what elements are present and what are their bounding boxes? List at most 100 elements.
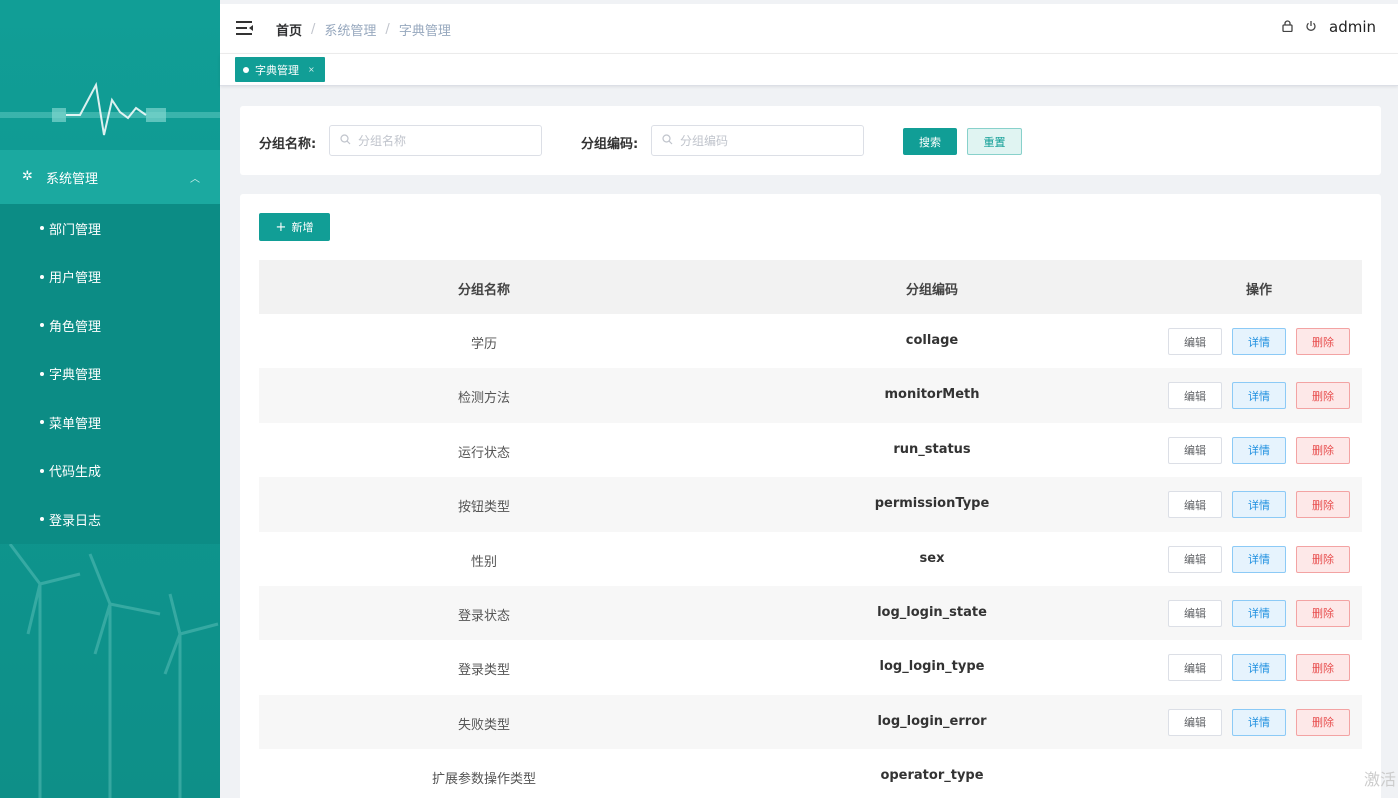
table-row: 性别 sex 编辑 详情 删除	[259, 532, 1362, 586]
sidebar-item-label: 字典管理	[49, 368, 102, 384]
detail-button[interactable]: 详情	[1232, 599, 1286, 627]
row-actions: 编辑 详情 删除	[1168, 708, 1360, 736]
cell-group-code: operator_type	[880, 768, 984, 784]
edit-button[interactable]: 编辑	[1168, 436, 1222, 464]
sidebar-item-dept[interactable]: 部门管理	[0, 204, 220, 253]
lock-icon[interactable]	[1282, 19, 1293, 35]
delete-button[interactable]: 删除	[1296, 328, 1350, 355]
detail-button[interactable]: 详情	[1232, 708, 1286, 736]
sidebar-item-user[interactable]: 用户管理	[0, 253, 220, 302]
sidebar-item-role[interactable]: 角色管理	[0, 301, 220, 350]
column-header-actions: 操作	[1245, 283, 1273, 298]
sidebar-item-label: 登录日志	[49, 513, 102, 529]
edit-button[interactable]: 编辑	[1168, 599, 1222, 627]
logo-heartbeat	[0, 0, 220, 150]
detail-button[interactable]: 详情	[1232, 491, 1286, 519]
group-name-label: 分组名称:	[259, 137, 317, 152]
search-icon	[662, 133, 673, 148]
sidebar-group-label: 系统管理	[46, 171, 99, 187]
edit-button[interactable]: 编辑	[1168, 382, 1222, 410]
table-row: 按钮类型 permissionType 编辑 详情 删除	[259, 477, 1362, 532]
cell-group-name: 登录类型	[457, 663, 511, 679]
column-header-name: 分组名称	[457, 283, 511, 298]
edit-button[interactable]: 编辑	[1168, 654, 1222, 682]
breadcrumb-separator: /	[311, 22, 316, 37]
close-icon[interactable]: ×	[308, 65, 315, 74]
sidebar-item-label: 用户管理	[49, 271, 102, 287]
cell-group-name: 按钮类型	[457, 500, 511, 516]
chevron-up-icon: ︿	[190, 174, 200, 185]
edit-button[interactable]: 编辑	[1168, 708, 1222, 736]
breadcrumb-separator: /	[385, 22, 390, 37]
power-icon[interactable]	[1305, 20, 1317, 35]
cell-group-code: log_login_error	[877, 713, 987, 729]
table-row: 登录类型 log_login_type 编辑 详情 删除	[259, 640, 1362, 694]
add-button[interactable]: + 新增	[259, 213, 330, 241]
detail-button[interactable]: 详情	[1232, 436, 1286, 464]
sidebar-item-label: 菜单管理	[49, 416, 102, 432]
cell-group-code: monitorMeth	[884, 387, 980, 403]
row-actions: 编辑 详情 删除	[1168, 545, 1360, 573]
bullet-icon	[40, 323, 44, 328]
detail-button[interactable]: 详情	[1232, 654, 1286, 682]
detail-button[interactable]: 详情	[1232, 328, 1286, 355]
menu-toggle-icon[interactable]	[236, 20, 254, 36]
column-header-code: 分组编码	[905, 283, 959, 298]
breadcrumb: 首页 / 系统管理 / 字典管理	[276, 20, 451, 39]
cell-group-name: 运行状态	[457, 445, 511, 461]
search-icon	[340, 133, 351, 148]
plus-icon: +	[275, 219, 287, 235]
table-row: 扩展参数操作类型 operator_type	[259, 749, 1362, 798]
sidebar-item-menu[interactable]: 菜单管理	[0, 398, 220, 447]
row-actions: 编辑 详情 删除	[1168, 491, 1360, 519]
cell-group-code: log_login_state	[877, 604, 987, 620]
table-header: 分组名称 分组编码 操作	[259, 260, 1362, 314]
bullet-icon	[40, 420, 44, 425]
cell-group-name: 登录状态	[457, 608, 511, 624]
row-actions: 编辑 详情 删除	[1168, 599, 1360, 627]
table-card: + 新增 分组名称 分组编码 操作 学历 collage 编辑 详情 删除 检测方法 mon…	[240, 194, 1381, 798]
edit-button[interactable]: 编辑	[1168, 328, 1222, 355]
reset-button[interactable]: 重置	[967, 128, 1022, 155]
table-row: 登录状态 log_login_state 编辑 详情 删除	[259, 585, 1362, 641]
table-body: 学历 collage 编辑 详情 删除 检测方法 monitorMeth 编辑 详情 删除 运行状态…	[259, 314, 1362, 798]
bullet-icon	[40, 274, 44, 279]
username[interactable]: admin	[1329, 18, 1376, 36]
cell-group-code: log_login_type	[879, 659, 985, 675]
detail-button[interactable]: 详情	[1232, 382, 1286, 410]
sidebar-item-dict[interactable]: 字典管理	[0, 350, 220, 399]
bullet-icon	[40, 371, 44, 376]
delete-button[interactable]: 删除	[1296, 708, 1350, 736]
add-button-label: 新增	[291, 221, 314, 234]
gear-icon: ✲	[22, 169, 33, 184]
table-row: 运行状态 run_status 编辑 详情 删除	[259, 423, 1362, 477]
active-dot-icon	[243, 66, 249, 73]
group-code-input[interactable]: 分组编码	[651, 125, 864, 156]
row-actions: 编辑 详情 删除	[1168, 654, 1360, 682]
sidebar: ✲ 系统管理 ︿ 部门管理 用户管理 角色管理 字典管理 菜单管理 代码生成 登…	[0, 0, 220, 798]
delete-button[interactable]: 删除	[1296, 382, 1350, 410]
sidebar-group-system[interactable]: ✲ 系统管理 ︿	[0, 150, 220, 204]
edit-button[interactable]: 编辑	[1168, 545, 1222, 573]
detail-button[interactable]: 详情	[1232, 545, 1286, 573]
delete-button[interactable]: 删除	[1296, 436, 1350, 464]
edit-button[interactable]: 编辑	[1168, 491, 1222, 519]
row-actions: 编辑 详情 删除	[1168, 328, 1360, 355]
cell-group-code: permissionType	[874, 496, 990, 512]
sidebar-item-codegen[interactable]: 代码生成	[0, 447, 220, 496]
table-row: 失败类型 log_login_error 编辑 详情 删除	[259, 694, 1362, 750]
delete-button[interactable]: 删除	[1296, 545, 1350, 573]
delete-button[interactable]: 删除	[1296, 654, 1350, 682]
watermark-text: 激活	[1363, 770, 1396, 789]
group-code-label: 分组编码:	[581, 137, 639, 152]
delete-button[interactable]: 删除	[1296, 491, 1350, 519]
sidebar-item-label: 部门管理	[49, 222, 102, 238]
cell-group-code: sex	[919, 550, 945, 566]
delete-button[interactable]: 删除	[1296, 599, 1350, 627]
cell-group-code: collage	[905, 333, 959, 348]
sidebar-item-loginlog[interactable]: 登录日志	[0, 495, 220, 544]
search-button[interactable]: 搜索	[903, 128, 957, 155]
breadcrumb-home[interactable]: 首页	[276, 20, 302, 39]
group-name-input[interactable]: 分组名称	[329, 125, 542, 156]
tab-dict-management[interactable]: 字典管理 ×	[235, 57, 325, 82]
